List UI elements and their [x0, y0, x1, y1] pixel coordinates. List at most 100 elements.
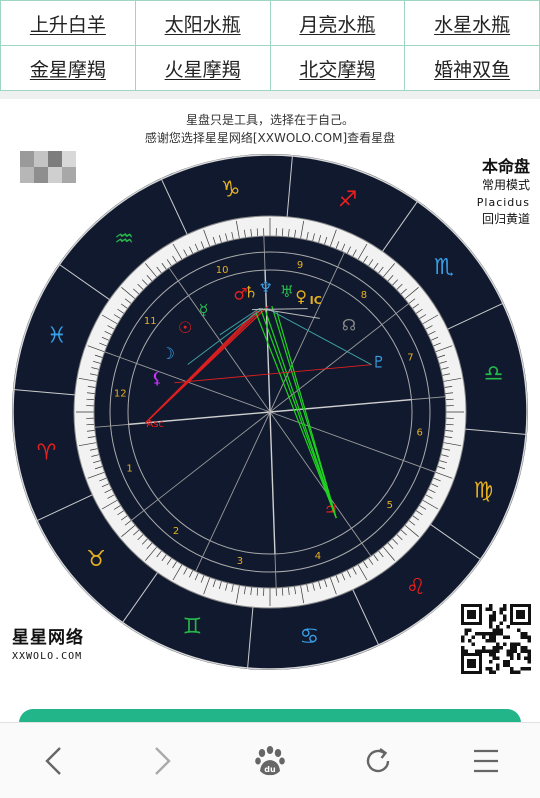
refresh-button[interactable] — [324, 723, 432, 798]
baidu-home-button[interactable]: du — [216, 723, 324, 798]
qr-module — [485, 632, 489, 636]
qr-module — [464, 649, 468, 653]
qr-module — [513, 649, 517, 653]
qr-module — [506, 649, 510, 653]
qr-module — [496, 625, 500, 629]
qr-module — [524, 646, 528, 650]
qr-module — [475, 632, 479, 636]
qr-module — [489, 639, 493, 643]
back-icon — [45, 746, 61, 775]
qr-module — [489, 621, 493, 625]
qr-module — [517, 628, 521, 632]
qr-module — [503, 635, 507, 639]
sign-aries-glyph: ♈ — [37, 440, 57, 465]
qr-module — [492, 639, 496, 643]
qr-module — [492, 646, 496, 650]
qr-module — [506, 653, 510, 657]
link-venus-capricorn[interactable]: 金星摩羯 — [1, 46, 136, 91]
qr-module — [506, 660, 510, 664]
qr-module — [527, 660, 531, 664]
qr-module — [510, 653, 514, 657]
qr-module — [510, 667, 514, 671]
qr-module — [468, 639, 472, 643]
qr-module — [513, 646, 517, 650]
qr-module — [489, 618, 493, 622]
qr-module — [489, 670, 493, 674]
natal-chart-wheel: ♈♉♊ ♋♌♍♎♏♐♑♒♓123 456789101112Asc♄♂ ♆ ♅ ♀☿☉☽⚸♃… — [12, 154, 528, 670]
qr-module — [517, 653, 521, 657]
separator — [0, 91, 540, 99]
qr-module — [527, 667, 531, 671]
qr-module — [464, 632, 468, 636]
qr-module — [499, 646, 503, 650]
qr-module — [461, 649, 465, 653]
qr-module — [524, 667, 528, 671]
qr-module — [492, 656, 496, 660]
menu-button[interactable] — [432, 723, 540, 798]
qr-module — [510, 656, 514, 660]
sign-aquarius-glyph: ♒ — [114, 227, 134, 252]
link-grid: 上升白羊 太阳水瓶 月亮水瓶 水星水瓶 金星摩羯 火星摩羯 北交摩羯 婚神双鱼 — [0, 0, 540, 91]
forward-button[interactable] — [108, 723, 216, 798]
planet-uranus-glyph: ♅ — [280, 282, 294, 301]
qr-module — [482, 646, 486, 650]
natal-chart-panel: 星盘只是工具，选择在于自己。 感谢您选择星星网络[XXWOLO.COM]查看星盘… — [0, 99, 540, 709]
qr-module — [517, 656, 521, 660]
qr-module — [489, 660, 493, 664]
qr-module — [489, 604, 493, 608]
qr-module — [478, 632, 482, 636]
house-number-2: 2 — [173, 526, 179, 537]
house-number-5: 5 — [387, 500, 393, 511]
qr-module — [503, 663, 507, 667]
qr-module — [527, 656, 531, 660]
qr-module — [461, 635, 465, 639]
qr-module — [503, 660, 507, 664]
qr-module — [510, 642, 514, 646]
back-button[interactable] — [0, 723, 108, 798]
qr-module — [496, 663, 500, 667]
link-mercury-aquarius[interactable]: 水星水瓶 — [405, 1, 540, 46]
house-number-4: 4 — [315, 551, 321, 562]
qr-module — [499, 607, 503, 611]
sign-pisces-glyph: ♓ — [47, 323, 67, 348]
house-number-7: 7 — [407, 353, 413, 364]
qr-module — [517, 670, 521, 674]
sign-virgo-glyph: ♍ — [473, 479, 493, 504]
qr-module — [496, 649, 500, 653]
link-ascendant-aries[interactable]: 上升白羊 — [1, 1, 136, 46]
qr-module — [517, 642, 521, 646]
browser-toolbar: du — [0, 722, 540, 798]
qr-module — [461, 646, 465, 650]
link-moon-aquarius[interactable]: 月亮水瓶 — [270, 1, 406, 46]
link-sun-aquarius[interactable]: 太阳水瓶 — [135, 1, 271, 46]
qr-module — [461, 639, 465, 643]
sign-scorpio-glyph: ♏ — [434, 255, 454, 280]
qr-module — [485, 607, 489, 611]
link-node-capricorn[interactable]: 北交摩羯 — [270, 46, 406, 91]
qr-module — [520, 632, 524, 636]
sign-leo-glyph: ♌ — [406, 575, 426, 600]
qr-module — [520, 646, 524, 650]
qr-module — [496, 667, 500, 671]
qr-module — [489, 614, 493, 618]
house-number-11: 11 — [144, 316, 157, 327]
qr-module — [492, 653, 496, 657]
qr-module — [496, 646, 500, 650]
link-juno-pisces[interactable]: 婚神双鱼 — [405, 46, 540, 91]
qr-module — [482, 649, 486, 653]
qr-module — [482, 635, 486, 639]
house-number-3: 3 — [237, 556, 243, 567]
baidu-label: du — [264, 765, 276, 774]
qr-module — [506, 625, 510, 629]
planet-mars-glyph: ♂ — [233, 285, 247, 304]
planet-sun-glyph: ☉ — [178, 318, 192, 337]
qr-module — [492, 611, 496, 615]
qr-module — [510, 670, 514, 674]
planet-neptune-glyph: ♆ — [258, 278, 272, 297]
planet-north-node-glyph: ☊ — [342, 315, 356, 334]
sign-taurus-glyph: ♉ — [86, 547, 106, 572]
house-number-6: 6 — [417, 428, 423, 439]
qr-module — [489, 607, 493, 611]
link-mars-capricorn[interactable]: 火星摩羯 — [135, 46, 271, 91]
qr-module — [527, 653, 531, 657]
